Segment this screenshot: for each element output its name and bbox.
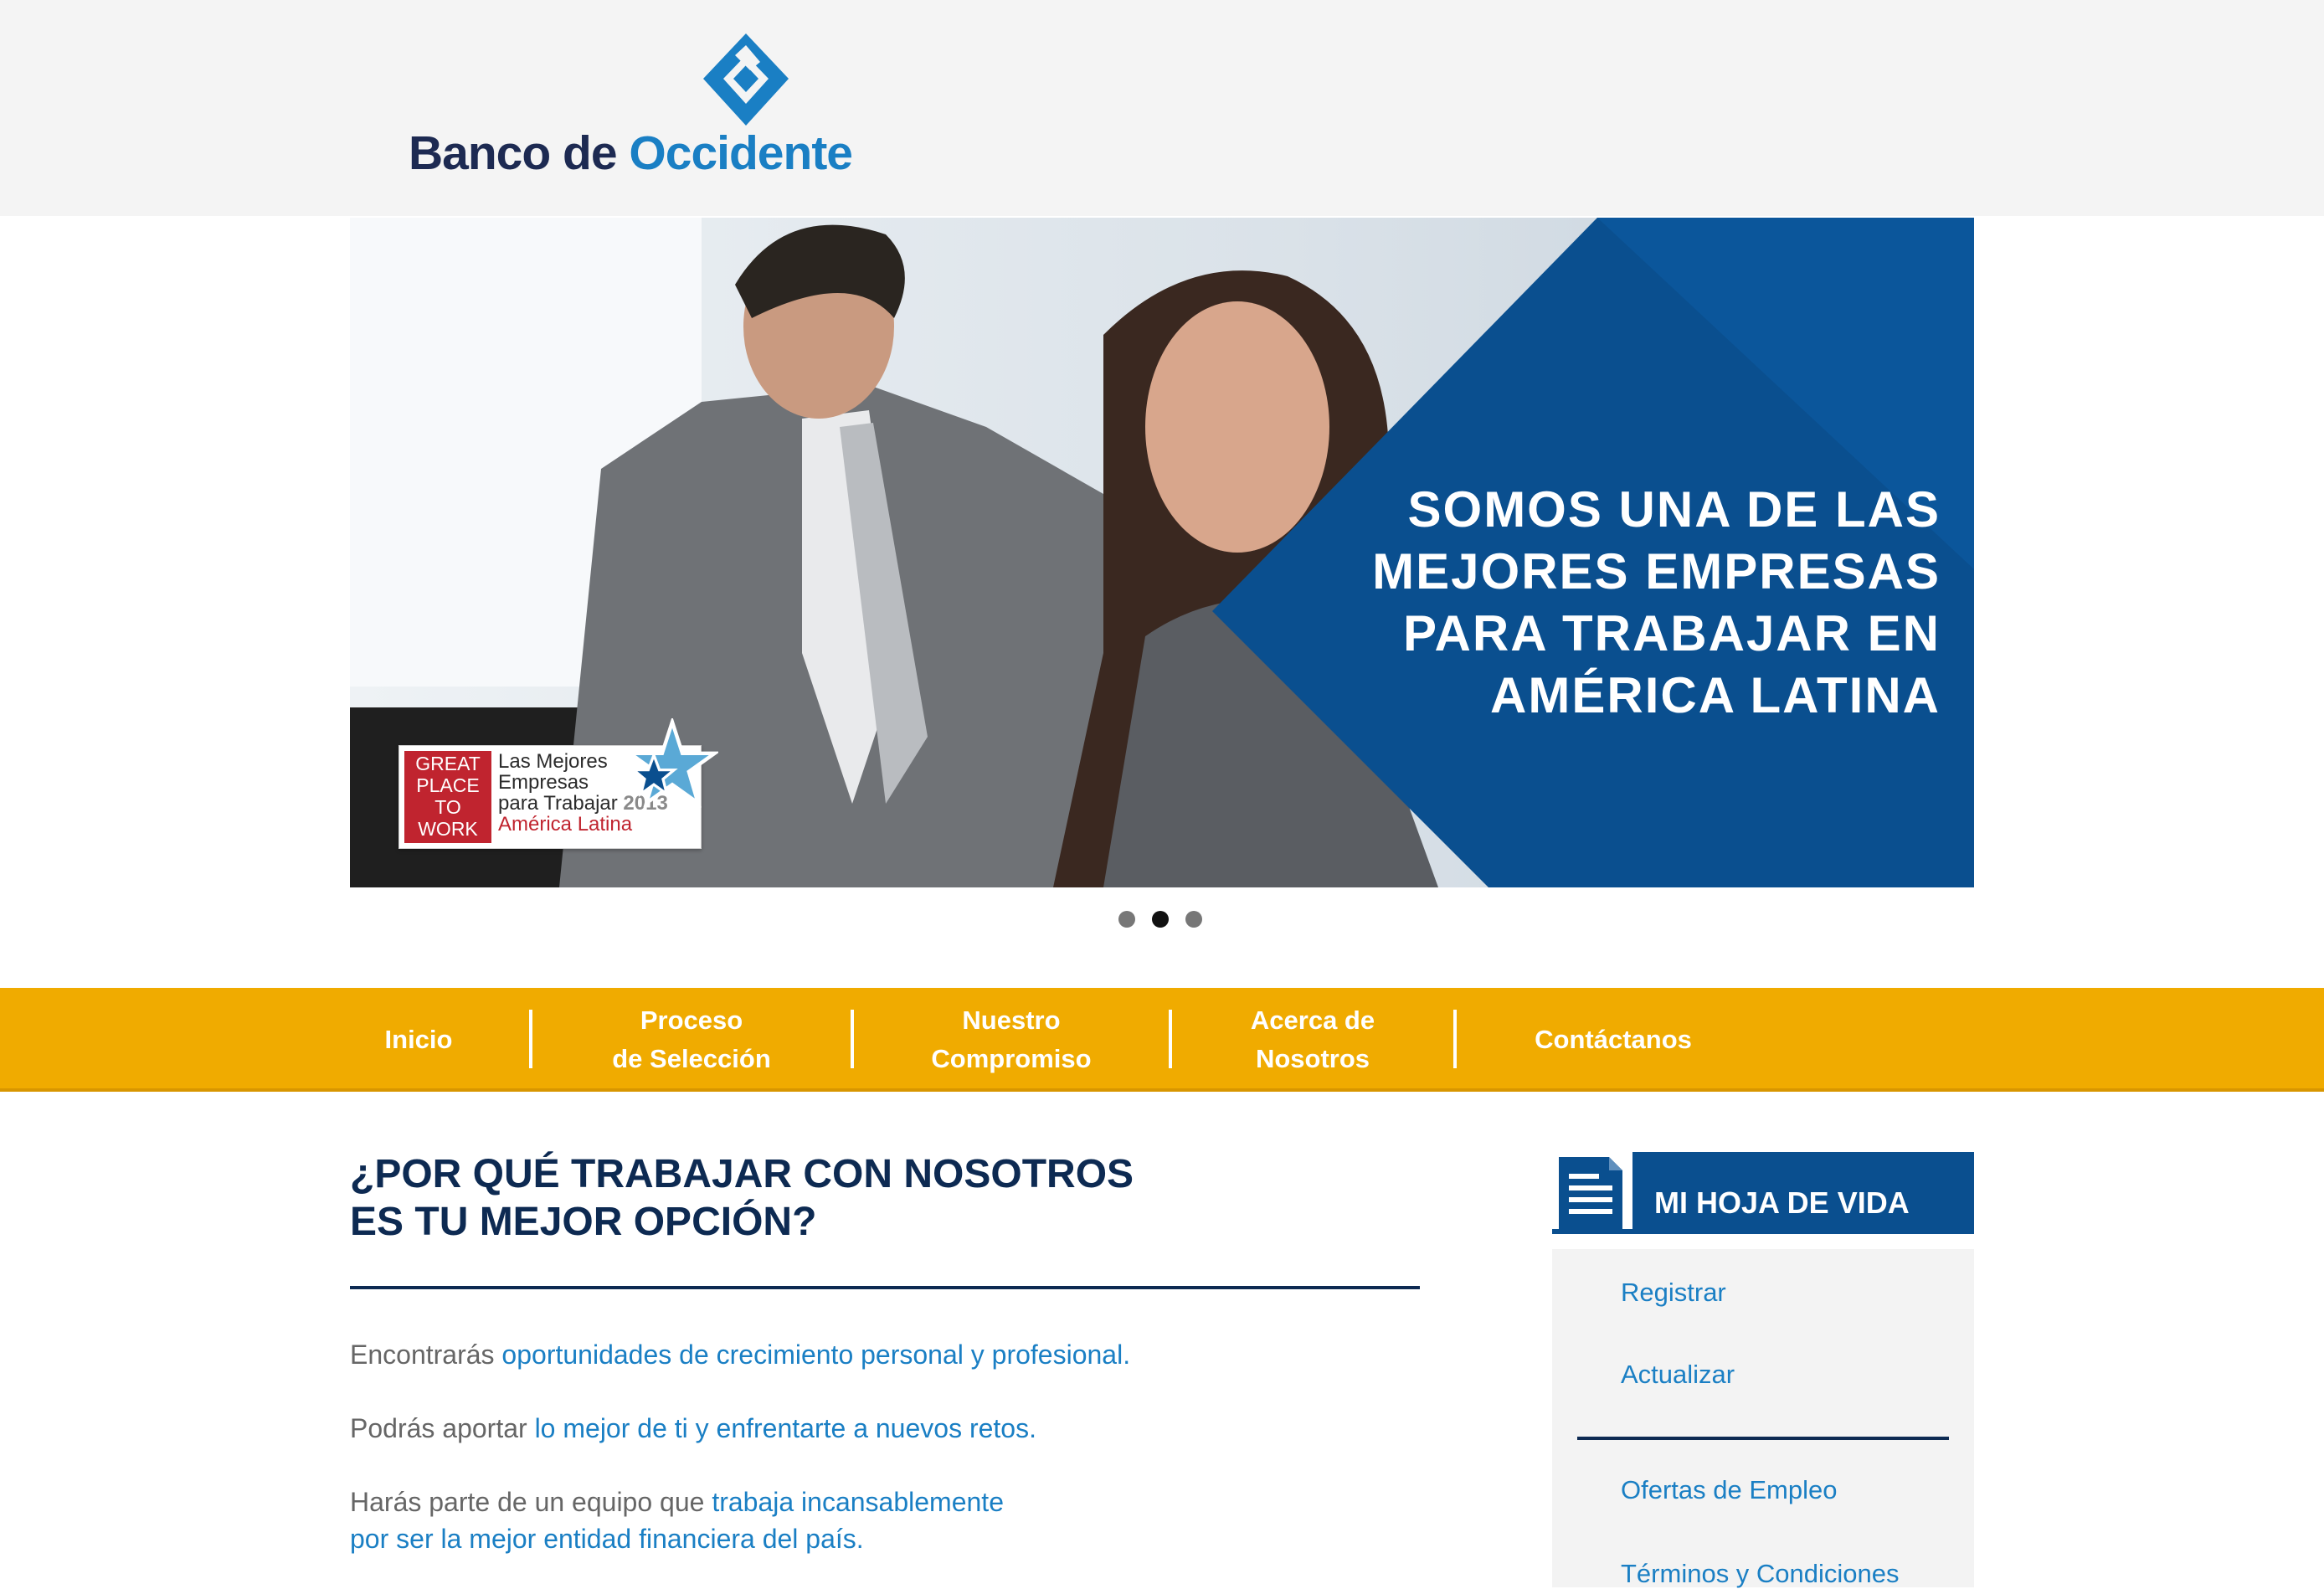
bank-name: Banco de Occidente <box>409 126 853 181</box>
benefit-prefix: Encontrarás <box>350 1340 502 1370</box>
slide-dot-2[interactable] <box>1152 911 1169 928</box>
link-terminos-y-condiciones[interactable]: Términos y Condiciones <box>1621 1559 1900 1589</box>
bank-logo[interactable]: Banco de Occidente <box>409 32 853 191</box>
benefit-highlight: lo mejor de ti y enfrentarte a nuevos re… <box>534 1413 1036 1443</box>
gptw-line: GREAT <box>415 753 481 774</box>
resume-panel-header: MI HOJA DE VIDA <box>1552 1152 1974 1234</box>
benefit-prefix: Podrás aportar <box>350 1413 535 1443</box>
bank-name-part2: Occidente <box>629 126 853 180</box>
title-divider <box>350 1286 1420 1289</box>
star-icon <box>626 718 718 808</box>
slide-dot-3[interactable] <box>1185 911 1202 928</box>
document-icon <box>1552 1152 1632 1234</box>
benefit-paragraph: Podrás aportar lo mejor de ti y enfrenta… <box>350 1410 1036 1447</box>
hero-banner[interactable]: SOMOS UNA DE LAS MEJORES EMPRESAS PARA T… <box>350 218 1974 887</box>
logo-diamond-icon <box>703 33 789 126</box>
nav-item-acerca-de-nosotros[interactable]: Acerca de Nosotros <box>1172 988 1453 1092</box>
benefit-paragraph: Harás parte de un equipo que trabaja inc… <box>350 1484 1004 1557</box>
benefit-highlight: trabaja incansablemente <box>712 1487 1004 1517</box>
gptw-logo: GREAT PLACE TO WORK <box>404 751 491 843</box>
nav-item-contactanos[interactable]: Contáctanos <box>1457 988 1770 1092</box>
slider-dots <box>1118 911 1202 928</box>
award-region: América Latina <box>498 813 633 836</box>
nav-item-inicio[interactable]: Inicio <box>350 988 487 1092</box>
benefit-paragraph: Encontrarás oportunidades de crecimiento… <box>350 1336 1130 1373</box>
link-actualizar[interactable]: Actualizar <box>1621 1360 1735 1390</box>
sidebar-divider <box>1577 1437 1949 1440</box>
resume-panel-title: MI HOJA DE VIDA <box>1654 1185 1910 1220</box>
gptw-line: WORK <box>418 818 478 840</box>
nav-item-nuestro-compromiso[interactable]: Nuestro Compromiso <box>854 988 1169 1092</box>
main-nav: Inicio Proceso de Selección Nuestro Comp… <box>0 988 2324 1092</box>
gptw-line: PLACE <box>416 774 480 796</box>
benefit-prefix: Harás parte de un equipo que <box>350 1487 712 1517</box>
benefit-highlight-line2: por ser la mejor entidad financiera del … <box>350 1524 864 1554</box>
bank-name-part1: Banco de <box>409 126 618 180</box>
site-header: Banco de Occidente <box>0 0 2324 216</box>
benefit-highlight: oportunidades de crecimiento personal y … <box>501 1340 1131 1370</box>
gptw-line: TO <box>434 796 461 818</box>
nav-item-proceso-de-seleccion[interactable]: Proceso de Selección <box>532 988 851 1092</box>
page-title: ¿POR QUÉ TRABAJAR CON NOSOTROS ES TU MEJ… <box>350 1152 1134 1244</box>
link-ofertas-de-empleo[interactable]: Ofertas de Empleo <box>1621 1475 1837 1505</box>
link-registrar[interactable]: Registrar <box>1621 1278 1726 1308</box>
award-line3: para Trabajar <box>498 792 618 815</box>
banner-headline: SOMOS UNA DE LAS MEJORES EMPRESAS PARA T… <box>1372 481 1941 723</box>
slide-dot-1[interactable] <box>1118 911 1135 928</box>
resume-panel: Registrar Actualizar Ofertas de Empleo T… <box>1552 1249 1974 1589</box>
